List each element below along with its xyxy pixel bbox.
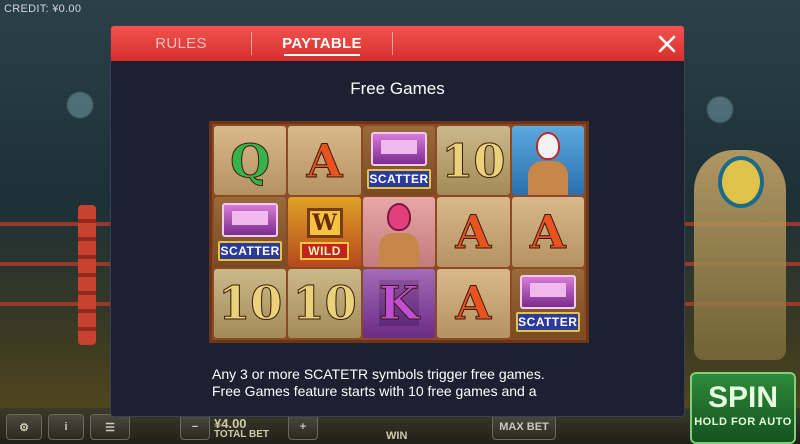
symbol-a: A xyxy=(437,197,510,267)
credit-readout: CREDIT: ¥0.00 xyxy=(4,3,82,15)
symbol-10: 10 xyxy=(437,126,510,196)
symbol-text: 10 xyxy=(292,276,357,331)
gear-icon: ⚙ xyxy=(19,421,29,434)
symbol-10: 10 xyxy=(214,268,287,338)
paytable-modal: RULES PAYTABLE Free Games Q A SCATTER 10 SCA… xyxy=(110,25,685,417)
wild-w-icon: W xyxy=(306,207,343,238)
luchador-mask-icon xyxy=(535,132,560,160)
scatter-label: SCATTER xyxy=(515,312,580,332)
scatter-label: SCATTER xyxy=(218,240,283,261)
luchador-mask-icon xyxy=(386,203,411,232)
modal-header: RULES PAYTABLE xyxy=(111,26,684,61)
symbol-text: A xyxy=(455,276,492,331)
tab-paytable[interactable]: PAYTABLE xyxy=(252,26,392,61)
wrestling-ring-icon xyxy=(519,274,576,309)
max-bet-button[interactable]: MAX BET xyxy=(492,414,556,440)
max-bet-label: MAX BET xyxy=(499,421,549,433)
spin-label: SPIN xyxy=(707,381,779,414)
ring-post xyxy=(78,205,96,345)
symbol-scatter: SCATTER xyxy=(362,126,436,196)
reel-grid: Q A SCATTER 10 SCATTER W WILD A A 10 10 K A SCATTER xyxy=(209,121,589,343)
spin-sub-label: HOLD FOR AUTO xyxy=(694,416,792,428)
symbol-scatter: SCATTER xyxy=(214,197,287,267)
symbol-text: 10 xyxy=(441,133,506,188)
symbol-k: K xyxy=(362,268,436,338)
spin-button[interactable]: SPIN HOLD FOR AUTO xyxy=(690,372,796,444)
luchador-body xyxy=(527,161,568,196)
scatter-label: SCATTER xyxy=(366,169,432,190)
total-bet-label: TOTAL BET xyxy=(214,429,269,440)
tab-divider xyxy=(392,32,393,55)
symbol-luchador-pink xyxy=(362,197,436,267)
wild-label: WILD xyxy=(300,241,349,260)
description-line: Any 3 or more SCATETR symbols trigger fr… xyxy=(212,366,545,382)
luchador-body xyxy=(378,232,420,267)
minus-icon: − xyxy=(191,421,199,433)
paytable-button[interactable]: ☰ xyxy=(90,414,130,440)
close-icon xyxy=(658,35,676,52)
symbol-a: A xyxy=(511,197,584,267)
symbol-scatter: SCATTER xyxy=(511,268,584,338)
settings-button[interactable]: ⚙ xyxy=(6,414,42,440)
tab-rules[interactable]: RULES xyxy=(111,26,251,61)
total-bet-amount: ¥4.00 xyxy=(214,416,247,431)
bet-increase-button[interactable]: + xyxy=(288,414,318,440)
win-label: WIN xyxy=(386,430,408,442)
symbol-text: K xyxy=(379,276,420,331)
symbol-wild: W WILD xyxy=(288,197,361,267)
symbol-text: A xyxy=(455,204,492,259)
feature-description: Any 3 or more SCATETR symbols trigger fr… xyxy=(212,366,582,400)
symbol-text: A xyxy=(529,204,566,259)
symbol-a: A xyxy=(437,268,510,338)
list-icon: ☰ xyxy=(105,421,115,434)
symbol-luchador-blue xyxy=(511,126,584,196)
wrestling-ring-icon xyxy=(222,203,279,238)
close-button[interactable] xyxy=(650,26,684,61)
symbol-text: A xyxy=(306,133,343,188)
page-title: Free Games xyxy=(350,79,445,98)
symbol-text: Q xyxy=(230,133,271,188)
info-button[interactable]: i xyxy=(48,414,84,440)
info-icon: i xyxy=(64,421,68,433)
bet-decrease-button[interactable]: − xyxy=(180,414,210,440)
wrestler-mask xyxy=(718,156,764,208)
total-bet-display: ¥4.00 TOTAL BET xyxy=(214,416,269,440)
symbol-10: 10 xyxy=(288,268,361,338)
description-line: Free Games feature starts with 10 free g… xyxy=(212,383,537,399)
wrestling-ring-icon xyxy=(370,132,428,166)
plus-icon: + xyxy=(299,421,307,433)
symbol-q: Q xyxy=(214,126,287,196)
symbol-text: 10 xyxy=(218,276,283,331)
symbol-a: A xyxy=(288,126,361,196)
